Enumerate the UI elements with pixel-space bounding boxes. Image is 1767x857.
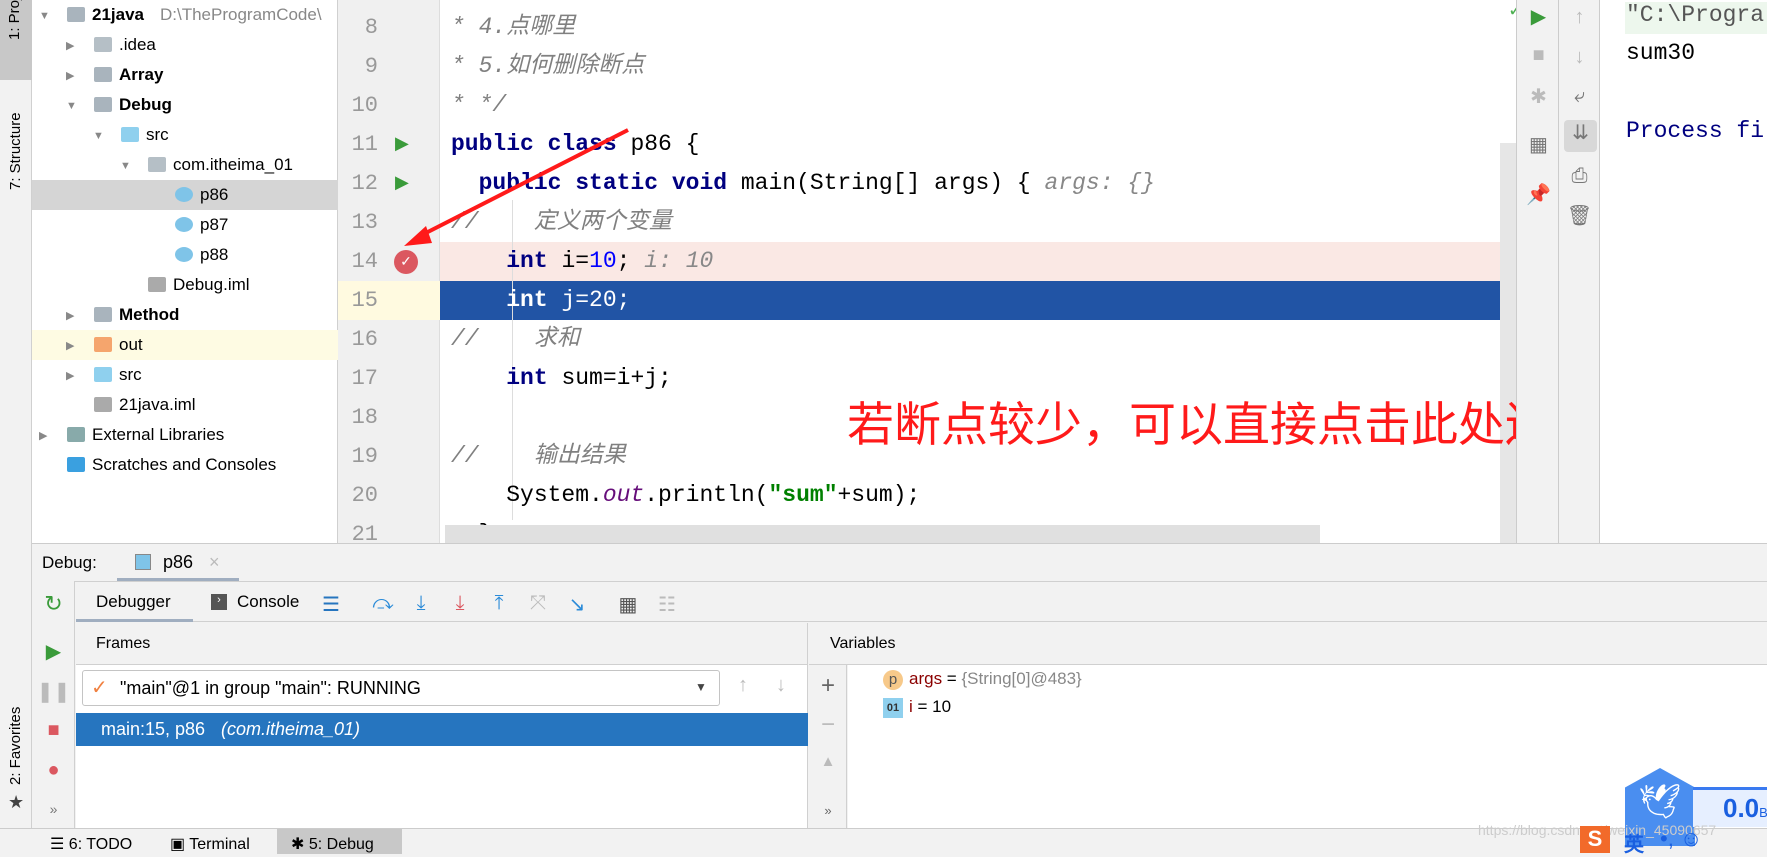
terminal-icon: ▣ <box>170 836 190 853</box>
sogou-ime-icon[interactable]: S <box>1580 826 1610 853</box>
debug-tab-label: 5: Debug <box>308 836 374 853</box>
ime-punctuation-emoji-icon[interactable]: •, ☺ <box>1660 826 1702 852</box>
equals-sign: = <box>942 669 962 688</box>
console-toolbar: ↑ ↓ ⤶ ⇊ ⎙ 🗑 <box>1559 0 1600 543</box>
debug-side-toolbar: ↻ ▶ ❚❚ ■ ● » <box>32 581 75 828</box>
trace-icon[interactable]: ☷ <box>654 592 680 617</box>
variable-value: {String[0]@483} <box>961 669 1082 688</box>
debug-tool-tab[interactable]: ✱ 5: Debug <box>277 829 402 854</box>
soft-wrap-icon[interactable]: ⤶ <box>1559 85 1600 108</box>
console-process-finished: Process fi <box>1626 118 1765 144</box>
scroll-to-end-icon[interactable]: ⇊ <box>1564 120 1597 152</box>
run-to-cursor-icon[interactable]: ↘ <box>564 592 590 617</box>
add-watch-icon[interactable]: + <box>809 672 847 700</box>
bug-icon: ✱ <box>291 836 309 853</box>
up-arrow-icon[interactable]: ↑ <box>1559 6 1600 29</box>
terminal-tab[interactable]: ▣ Terminal <box>170 834 250 854</box>
download-speed: 0.0B <box>1693 787 1767 827</box>
more-icon[interactable]: » <box>809 803 847 818</box>
run-console[interactable]: "C:\Progra sum30 Process fi <box>1600 0 1767 543</box>
chevron-down-icon: ▼ <box>695 680 707 694</box>
remove-watch-icon[interactable]: − <box>809 711 847 739</box>
debug-bug-icon[interactable]: ✱ <box>1517 84 1560 109</box>
resume-icon[interactable]: ▶ <box>32 639 75 664</box>
tab-debugger[interactable]: Debugger <box>76 582 193 622</box>
step-over-icon[interactable]: ⤓ <box>408 592 434 615</box>
todo-label: 6: TODO <box>68 836 133 853</box>
debug-title: Debug: <box>42 553 97 572</box>
parameter-icon: p <box>883 669 903 690</box>
frames-header: Frames <box>76 623 808 665</box>
force-step-into-icon[interactable]: ⤓ <box>447 592 473 615</box>
pin-icon[interactable]: 📌 <box>1517 182 1560 207</box>
frame-method: main:15, p86 <box>101 719 206 739</box>
session-tab-p86[interactable]: p86 × <box>117 545 239 581</box>
console-command-line: "C:\Progra <box>1626 2 1765 28</box>
session-tab-label: p86 <box>163 552 194 572</box>
more-icon[interactable]: » <box>32 801 75 817</box>
list-icon: ☰ <box>50 836 69 853</box>
run-toolbar: ▶ ■ ✱ ▦ 📌 <box>1516 0 1559 543</box>
variables-title: Variables <box>830 635 896 652</box>
down-arrow-icon[interactable]: ↓ <box>1559 46 1600 69</box>
thread-select[interactable]: ✓ "main"@1 in group "main": RUNNING ▼ <box>82 670 720 706</box>
evaluate-expression-icon[interactable]: ▦ <box>615 592 641 617</box>
step-out-icon[interactable]: ⤒ <box>486 592 512 615</box>
todo-tab[interactable]: ☰ 6: TODO <box>50 834 132 854</box>
print-icon[interactable]: ⎙ <box>1559 165 1600 188</box>
layout-icon[interactable]: ▦ <box>1517 132 1560 157</box>
pause-icon[interactable]: ❚❚ <box>32 679 75 704</box>
session-icon <box>135 554 151 570</box>
view-breakpoints-icon[interactable]: ● <box>32 759 75 782</box>
variables-header: Variables <box>809 623 1767 665</box>
variable-value: 10 <box>932 697 952 716</box>
variable-row[interactable]: 01 i = 10 <box>883 697 951 718</box>
console-icon: › <box>211 594 227 610</box>
frames-title: Frames <box>96 635 151 652</box>
rerun-debug-icon[interactable]: ↻ <box>32 591 75 617</box>
console-output: sum30 <box>1626 40 1696 66</box>
rerun-icon[interactable]: ▶ <box>1517 4 1560 29</box>
next-frame-icon[interactable]: ↓ <box>776 674 786 697</box>
tab-console-label: Console <box>237 592 300 611</box>
stop-icon[interactable]: ■ <box>1517 44 1560 67</box>
trash-icon[interactable]: 🗑 <box>1559 203 1600 228</box>
primitive-icon: 01 <box>883 697 903 718</box>
terminal-label: Terminal <box>189 836 250 853</box>
show-execution-point-icon[interactable]: ⤼ <box>370 592 396 615</box>
move-up-icon[interactable]: ▲ <box>809 753 847 770</box>
thread-select-value: "main"@1 in group "main": RUNNING <box>120 678 421 698</box>
close-icon[interactable]: × <box>209 552 220 573</box>
variables-toolbar: + − ▲ » <box>809 665 847 828</box>
frame-package: (com.itheima_01) <box>221 719 361 739</box>
frames-menu-icon[interactable]: ☰ <box>318 592 344 617</box>
previous-frame-icon[interactable]: ↑ <box>738 674 748 697</box>
variable-row[interactable]: p args = {String[0]@483} <box>883 669 1082 690</box>
check-icon: ✓ <box>91 677 108 699</box>
equals-sign: = <box>912 697 933 716</box>
drop-frame-icon[interactable]: ⤧ <box>525 592 551 615</box>
tab-debugger-label: Debugger <box>96 592 171 611</box>
stop-debug-icon[interactable]: ■ <box>32 719 75 742</box>
variable-name: args <box>909 669 943 688</box>
frame-row[interactable]: main:15, p86 (com.itheima_01) <box>76 713 808 746</box>
